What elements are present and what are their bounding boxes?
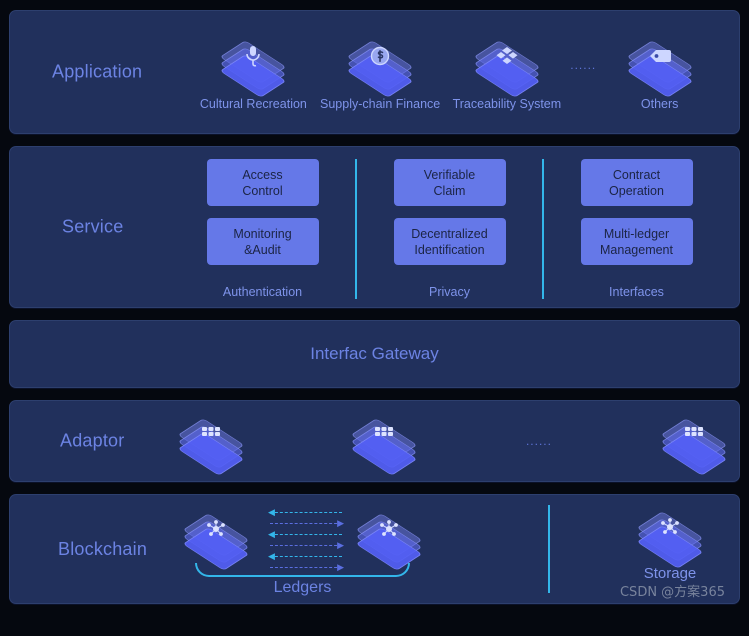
service-box-access-control[interactable]: Access Control [206,159,319,206]
application-item-traceability-system[interactable]: Traceability System [444,34,571,111]
adaptor-grid-icon[interactable] [350,412,418,476]
service-box-line1: Decentralized [411,226,488,241]
ledgers-bracket [195,563,410,577]
service-box-line2: Management [600,242,673,257]
sync-arrow-left: ◀ [268,552,342,561]
ledger-sync-arrows: ◀ ▶ ◀ ▶ ◀ ▶ [268,508,344,572]
service-box-monitoring-audit[interactable]: Monitoring &Audit [206,218,319,265]
layer-panel-adaptor: Adaptor ...... [9,400,740,482]
layer-label-adaptor: Adaptor [60,430,125,451]
network-nodes-icon [636,505,704,569]
blockchain-divider [548,505,550,593]
service-box-line1: Multi-ledger [603,226,670,241]
layer-label-blockchain: Blockchain [58,539,148,559]
service-box-line2: Identification [414,242,485,257]
adaptor-grid-icon[interactable] [660,412,728,476]
layer-label-service: Service [62,216,124,237]
application-items-row: Cultural Recreation Supply-chain Finance [190,11,729,133]
application-item-label: Supply-chain Finance [320,96,441,111]
service-group-authentication: Access Control Monitoring &Audit Authent… [170,159,355,299]
arrow-head-right-icon: ▶ [337,540,344,550]
application-item-label: Traceability System [452,96,562,111]
service-box-contract-operation[interactable]: Contract Operation [580,159,693,206]
service-box-line1: Verifiable [423,167,476,182]
gateway-title: Interfac Gateway [310,344,439,363]
service-box-line1: Contract [612,167,661,182]
watermark: CSDN @方案365 [619,585,725,600]
storage-label: Storage [643,565,697,582]
service-box-decentralized-identification[interactable]: Decentralized Identification [393,218,506,265]
network-nodes-icon[interactable] [182,507,250,571]
service-box-line2: &Audit [244,242,281,257]
boxes-icon [473,34,541,98]
storage-group[interactable]: Storage [636,505,704,582]
currency-coin-icon [346,34,414,98]
architecture-diagram: Application Cultural Recreation Supply-c… [0,0,749,636]
application-item-label: Others [640,96,679,111]
service-group-caption: Privacy [429,285,470,299]
network-nodes-icon[interactable] [355,507,423,571]
service-box-multi-ledger-management[interactable]: Multi-ledger Management [580,218,693,265]
layer-panel-application: Application Cultural Recreation Supply-c… [9,10,740,134]
layer-panel-gateway: Interfac Gateway [9,320,740,388]
adaptor-ellipsis: ...... [525,434,552,448]
application-item-cultural-recreation[interactable]: Cultural Recreation [190,34,317,111]
adaptor-grid-icon[interactable] [177,412,245,476]
service-group-interfaces: Contract Operation Multi-ledger Manageme… [542,159,729,299]
ledgers-label: Ledgers [273,579,332,596]
ledger-nodes: ◀ ▶ ◀ ▶ ◀ ▶ [182,507,423,572]
service-box-line2: Claim [433,183,466,198]
service-groups: Access Control Monitoring &Audit Authent… [170,159,729,299]
tag-icon [626,34,693,98]
service-group-caption: Authentication [222,285,303,299]
microphone-icon [220,34,287,98]
service-group-caption: Interfaces [609,285,664,299]
application-ellipsis: ...... [570,58,597,72]
adaptor-items-row: ...... [177,401,728,481]
layer-label-application: Application [52,61,143,82]
layer-panel-service: Service Access Control Monitoring &Audit… [9,146,740,308]
sync-arrow-right: ▶ [270,540,344,550]
service-box-verifiable-claim[interactable]: Verifiable Claim [393,159,506,206]
application-item-others[interactable]: Others [596,34,723,111]
sync-arrow-right: ▶ [270,518,344,528]
sync-arrow-left: ◀ [268,508,342,517]
layer-panel-blockchain: Blockchain ◀ ▶ ◀ ▶ ◀ ▶ Ledgers Storage C… [9,494,740,604]
service-box-line1: Access [242,167,283,182]
application-item-supply-chain-finance[interactable]: Supply-chain Finance [317,34,444,111]
arrow-head-right-icon: ▶ [337,518,344,528]
service-box-line1: Monitoring [233,226,292,241]
ledgers-group: ◀ ▶ ◀ ▶ ◀ ▶ Ledgers [182,503,540,611]
service-box-line2: Control [242,183,283,198]
sync-arrow-left: ◀ [268,530,342,539]
application-item-label: Cultural Recreation [199,96,307,111]
service-group-privacy: Verifiable Claim Decentralized Identific… [355,159,542,299]
service-box-line2: Operation [609,183,664,198]
